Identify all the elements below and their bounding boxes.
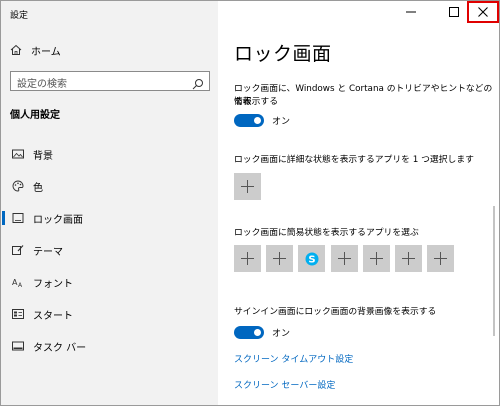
quick-status-app-button-6[interactable] [395,245,422,272]
quick-status-app-button-1[interactable] [234,245,261,272]
sidebar-item-taskbar[interactable]: タスク バー [1,335,218,357]
quick-status-app-button-7[interactable] [427,245,454,272]
plus-icon [241,180,254,193]
quick-status-app-button-2[interactable] [266,245,293,272]
sidebar-item-label: 背景 [33,150,53,162]
minimize-icon [406,11,416,13]
close-icon [478,7,488,17]
theme-brush-icon [12,244,24,256]
start-icon [12,308,24,320]
trivia-toggle-state: オン [272,117,291,127]
signin-toggle-state: オン [272,329,291,339]
selected-indicator [2,211,5,225]
plus-icon [402,252,415,265]
maximize-icon [449,7,459,17]
screen-saver-link[interactable]: スクリーン セーバー設定 [234,378,335,391]
plus-icon [241,252,254,265]
quick-status-app-button-4[interactable] [331,245,358,272]
quick-status-app-button-skype[interactable]: S [298,245,325,272]
signin-background-toggle[interactable] [234,326,264,339]
sidebar-item-label: テーマ [33,246,63,258]
home-icon [10,44,22,56]
trivia-toggle[interactable] [234,114,264,127]
window-title: 設定 [10,11,29,21]
close-button[interactable] [467,1,499,23]
sidebar-item-label: フォント [33,278,73,290]
detailed-status-label: ロック画面に詳細な状態を表示するアプリを 1 つ選択します [234,155,474,165]
plus-icon [370,252,383,265]
palette-icon [12,180,24,192]
quick-status-app-button-5[interactable] [363,245,390,272]
sidebar-item-start[interactable]: スタート [1,303,218,325]
page-title: ロック画面 [234,43,332,65]
sidebar-home-label: ホーム [31,46,61,58]
sidebar-section-title: 個人用設定 [10,110,60,121]
lock-screen-icon [12,212,24,224]
detailed-status-app-button[interactable] [234,173,261,200]
svg-text:A: A [18,282,23,288]
toggle-knob [254,329,261,336]
sidebar-home[interactable]: ホーム [10,41,61,59]
trivia-setting-label-line2: を表示する [234,97,278,107]
plus-icon [338,252,351,265]
minimize-button[interactable] [396,1,426,23]
sidebar-item-label: 色 [33,182,43,194]
plus-icon [273,252,286,265]
search-box[interactable] [10,71,210,94]
settings-window: 設定 ホーム 個人用設定 背景 色 [0,0,500,406]
maximize-button[interactable] [439,1,469,23]
search-input[interactable] [11,75,181,94]
screen-timeout-link[interactable]: スクリーン タイムアウト設定 [234,352,353,365]
sidebar-item-fonts[interactable]: AA フォント [1,271,218,293]
quick-status-label: ロック画面に簡易状態を表示するアプリを選ぶ [234,228,419,238]
toggle-knob [254,117,261,124]
sidebar-item-label: ロック画面 [33,214,83,226]
scrollbar[interactable] [493,206,495,336]
sidebar-item-themes[interactable]: テーマ [1,239,218,261]
signin-background-label: サインイン画面にロック画面の背景画像を表示する [234,307,437,317]
sidebar-item-lock-screen[interactable]: ロック画面 [1,207,218,229]
taskbar-icon [12,340,24,352]
font-icon: AA [12,276,24,288]
svg-text:S: S [308,254,315,265]
sidebar-item-label: タスク バー [33,342,87,354]
sidebar: 設定 ホーム 個人用設定 背景 色 [1,1,218,405]
image-icon [12,148,24,160]
plus-icon [434,252,447,265]
sidebar-item-label: スタート [33,310,73,322]
skype-icon: S [305,252,318,265]
sidebar-item-colors[interactable]: 色 [1,175,218,197]
sidebar-item-background[interactable]: 背景 [1,143,218,165]
search-icon[interactable] [192,75,204,90]
